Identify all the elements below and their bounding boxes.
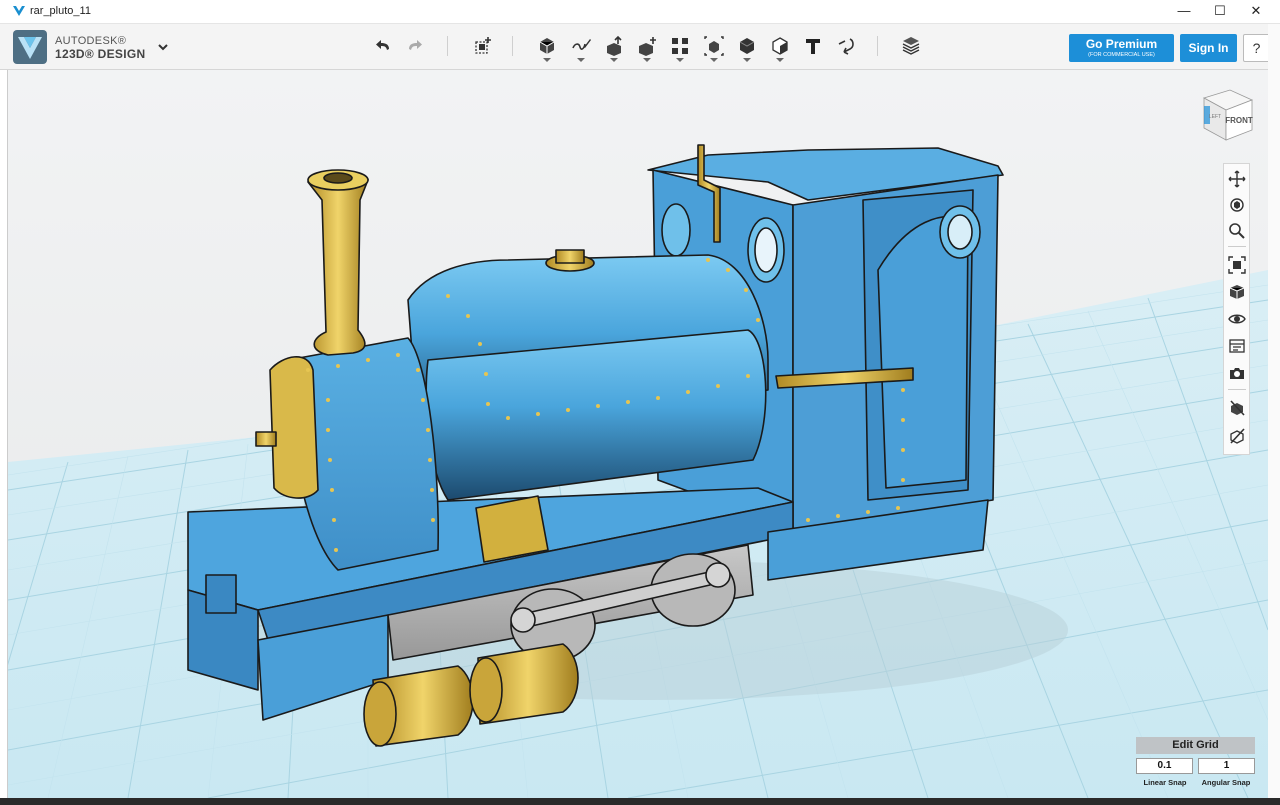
navbar-divider [1228, 246, 1246, 247]
crank-pin [705, 562, 731, 588]
background-window-strip [0, 70, 8, 805]
app-header: AUTODESK® 123D® DESIGN Go Premium (FOR C… [0, 24, 1280, 70]
navbar-divider [1228, 389, 1246, 390]
go-premium-label: Go Premium [1085, 37, 1158, 51]
combine-icon [739, 38, 755, 54]
chevron-down-icon [743, 58, 751, 62]
chevron-down-icon [577, 58, 585, 62]
grouping-icon [704, 36, 724, 56]
fit-icon[interactable] [1228, 256, 1246, 274]
go-premium-button[interactable]: Go Premium (FOR COMMERCIAL USE) [1069, 34, 1174, 62]
measure-icon [772, 37, 788, 55]
sketch-icon [572, 39, 591, 50]
scene-canvas[interactable] [8, 70, 1268, 798]
view-cube-left-label: LEFT [1209, 114, 1221, 120]
redo-button[interactable] [402, 33, 428, 59]
chimney-opening [323, 172, 353, 184]
modify-tool[interactable] [634, 33, 660, 62]
chevron-down-icon [676, 58, 684, 62]
orbit-icon[interactable] [1228, 196, 1246, 214]
front-porthole-left [661, 203, 691, 257]
zoom-icon[interactable] [1228, 222, 1246, 240]
pattern-icon [672, 38, 688, 54]
grouping-tool[interactable] [701, 33, 727, 62]
sign-in-button[interactable]: Sign In [1180, 34, 1237, 62]
undo-icon [376, 40, 389, 50]
construct-tool[interactable] [601, 33, 627, 62]
text-icon [806, 39, 820, 54]
window-title-bar: rar_pluto_11 — ☐ ✕ [0, 0, 1280, 24]
crank-pin [510, 607, 536, 633]
cab-porthole-glass [947, 214, 973, 250]
transform-tool[interactable] [470, 33, 496, 59]
materials-outlines-icon[interactable] [1228, 337, 1246, 355]
chevron-down-icon[interactable] [154, 38, 172, 56]
window-right-edge [1268, 24, 1280, 805]
view-cube-front-label: FRONT [1225, 116, 1253, 125]
window-title: rar_pluto_11 [30, 5, 91, 17]
views-icon[interactable] [1228, 283, 1246, 301]
door-handle[interactable] [255, 431, 277, 447]
material-icon [902, 37, 920, 55]
chevron-down-icon [710, 58, 718, 62]
pattern-tool[interactable] [667, 33, 693, 62]
toolbar-divider [447, 36, 448, 56]
material-tool[interactable] [898, 33, 924, 59]
combine-tool[interactable] [734, 33, 760, 62]
firebox-door[interactable] [269, 356, 319, 499]
primitives-tool[interactable] [534, 33, 560, 62]
angular-snap-field[interactable]: 1 [1198, 758, 1255, 774]
visibility-icon[interactable] [1228, 310, 1246, 328]
go-premium-sublabel: (FOR COMMERCIAL USE) [1088, 52, 1155, 58]
brand-autodesk: AUTODESK® [55, 35, 127, 47]
snap-icon [838, 38, 854, 55]
redo-icon [409, 40, 422, 50]
close-button[interactable]: ✕ [1238, 0, 1274, 24]
snap-tool[interactable] [833, 33, 859, 59]
app-logo-icon [13, 6, 25, 16]
toolbar-divider [512, 36, 513, 56]
angular-snap-label: Angular Snap [1201, 778, 1251, 787]
camera-icon[interactable] [1228, 364, 1246, 382]
edit-grid-button[interactable]: Edit Grid [1136, 737, 1255, 754]
buffer-slot [205, 574, 237, 614]
app-window: rar_pluto_11 — ☐ ✕ AUTODESK® 123D® DESIG… [0, 0, 1280, 805]
construct-icon [607, 35, 622, 56]
chevron-down-icon [643, 58, 651, 62]
undo-button[interactable] [370, 33, 396, 59]
view-cube[interactable]: FRONT LEFT [1196, 86, 1256, 146]
motor-left-end [363, 681, 397, 747]
3d-viewport[interactable]: FRONT LEFT [8, 70, 1268, 798]
modify-icon [639, 37, 656, 56]
motor-right-end [469, 657, 503, 723]
hide-icon[interactable] [1228, 399, 1246, 417]
help-button[interactable]: ? [1243, 34, 1270, 62]
unhide-icon[interactable] [1228, 427, 1246, 445]
chevron-down-icon [610, 58, 618, 62]
transform-icon [475, 37, 491, 54]
dome[interactable] [555, 249, 585, 264]
minimize-button[interactable]: — [1166, 0, 1202, 24]
chevron-down-icon [776, 58, 784, 62]
desktop-bottom-edge [0, 798, 1280, 805]
123d-logo-icon[interactable] [12, 29, 48, 65]
measure-tool[interactable] [767, 33, 793, 62]
front-porthole-glass [754, 227, 778, 273]
brand-product: 123D® DESIGN [55, 47, 146, 61]
chevron-down-icon [543, 58, 551, 62]
sketch-tool[interactable] [568, 33, 594, 62]
linear-snap-label: Linear Snap [1143, 778, 1187, 787]
cube-icon [539, 38, 555, 54]
edit-grid-panel: Edit Grid 0.1 1 Linear Snap Angular Snap [1136, 737, 1256, 789]
maximize-button[interactable]: ☐ [1202, 0, 1238, 24]
pan-icon[interactable] [1228, 170, 1246, 188]
text-tool[interactable] [800, 33, 826, 59]
toolbar-divider [877, 36, 878, 56]
sandbox[interactable] [475, 495, 549, 563]
navigation-bar [1223, 163, 1250, 455]
linear-snap-field[interactable]: 0.1 [1136, 758, 1193, 774]
